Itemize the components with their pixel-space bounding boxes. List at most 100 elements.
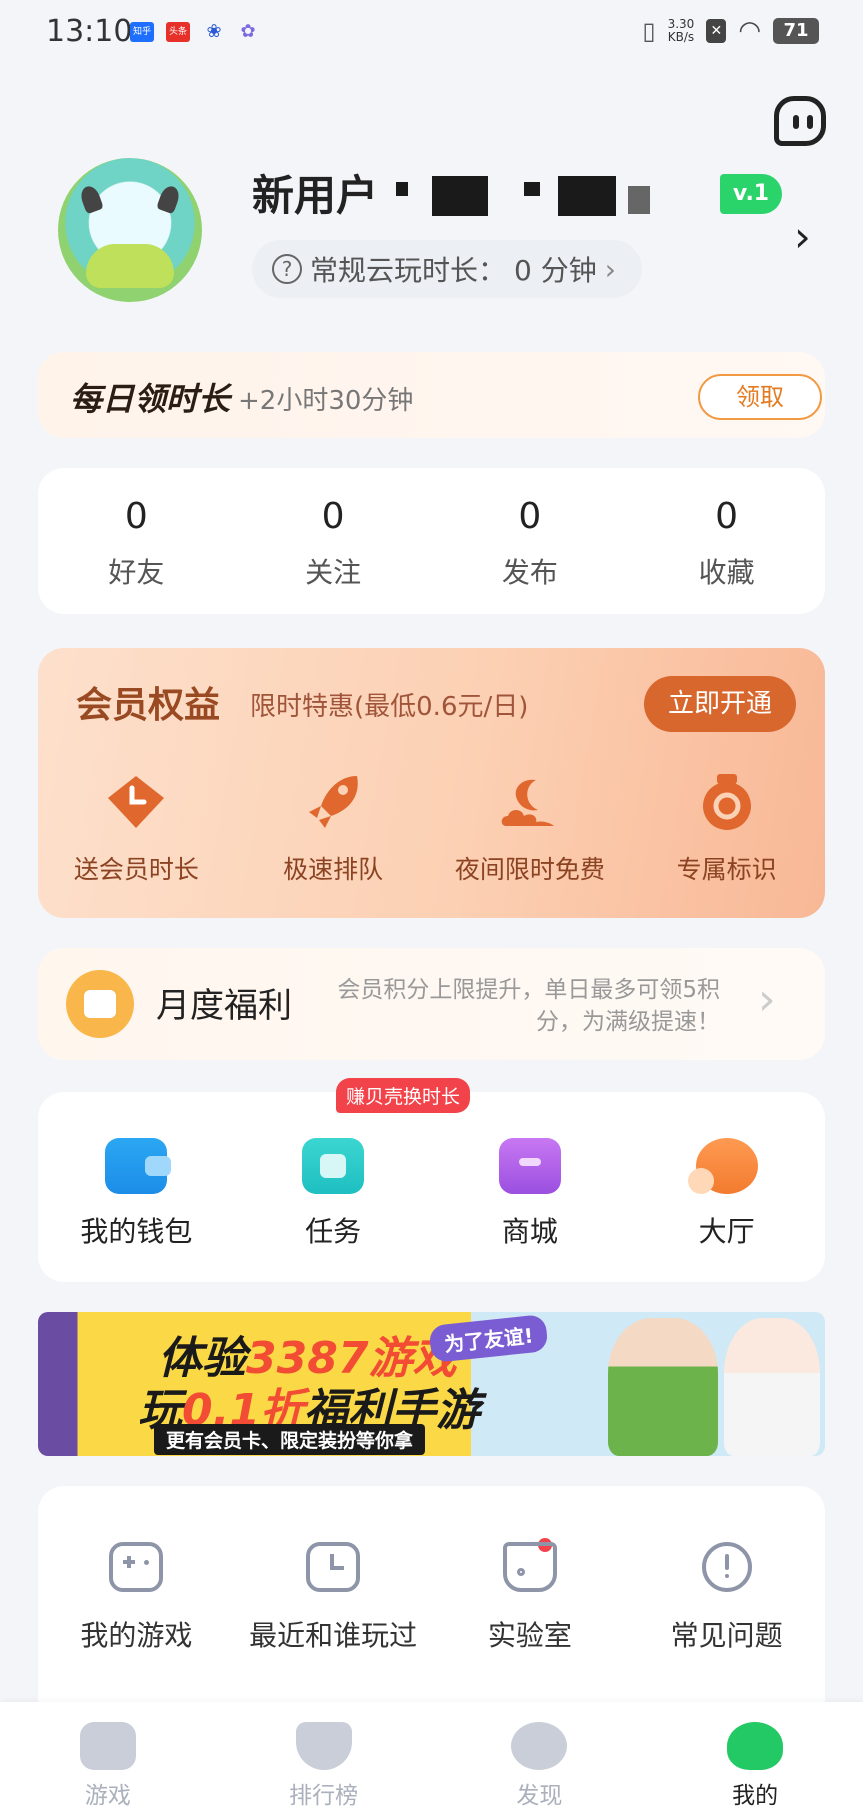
bottom-nav: 游戏 排行榜 发现 我的 [0, 1702, 863, 1815]
shop-icon [498, 1138, 561, 1194]
quick-item-wallet[interactable]: 我的钱包 [38, 1092, 235, 1282]
quick-item-label: 大厅 [698, 1215, 755, 1248]
discover-nav-icon [511, 1722, 568, 1770]
nav-mine[interactable]: 我的 [647, 1702, 863, 1815]
vip-subtitle: 限时特惠(最低0.6元/日) [250, 692, 529, 722]
stat-value: 0 [518, 496, 542, 537]
medal-icon [695, 772, 759, 832]
nav-discover[interactable]: 发现 [432, 1702, 648, 1815]
vip-item-label: 极速排队 [283, 855, 384, 884]
redaction-mask [628, 186, 650, 214]
calendar-gift-icon [66, 970, 134, 1038]
banner-line3: 更有会员卡、限定装扮等你拿 [154, 1424, 426, 1455]
stat-posts[interactable]: 0 发布 [432, 468, 629, 614]
chevron-right-icon: › [604, 252, 616, 286]
vip-item-fast-queue[interactable]: 极速排队 [235, 772, 432, 886]
chevron-right-icon[interactable]: › [794, 212, 811, 261]
daily-reward-card: 每日领时长 +2小时30分钟 领取 [38, 352, 825, 438]
daily-title: 每日领时长 [70, 380, 231, 418]
network-speed-unit: KB/s [667, 30, 695, 44]
redaction-mask [432, 176, 488, 216]
stat-following[interactable]: 0 关注 [235, 468, 432, 614]
status-time: 13:10 [46, 14, 133, 49]
stat-value: 0 [715, 496, 739, 537]
vip-item-label: 送会员时长 [73, 855, 199, 884]
avatar[interactable] [58, 158, 202, 302]
quick-item-shop[interactable]: 商城 [432, 1092, 629, 1282]
monthly-desc: 会员积分上限提升，单日最多可领5积分，为满级提速！ [337, 977, 720, 1035]
gamepad-icon [109, 1542, 164, 1592]
banner-character-image [608, 1318, 718, 1456]
tool-my-games[interactable]: 我的游戏 [38, 1486, 235, 1726]
redaction-mask [524, 182, 540, 196]
stat-label: 关注 [305, 556, 362, 589]
quick-item-label: 任务 [305, 1215, 362, 1248]
cloud-time-label: 常规云玩时长： [310, 254, 507, 287]
ranking-nav-icon [295, 1722, 352, 1770]
nav-games[interactable]: 游戏 [0, 1702, 216, 1815]
network-speed: 3.30 KB/s [668, 18, 695, 44]
nav-label: 排行榜 [289, 1783, 359, 1809]
chevron-right-icon: › [758, 974, 776, 1025]
tool-label: 常见问题 [670, 1619, 783, 1652]
status-bar: 13:10 知乎 头条 ❀ ✿ ▯ 3.30 KB/s ✕ ◠ 71 [0, 0, 863, 66]
quick-item-hall[interactable]: 大厅 [628, 1092, 825, 1282]
promo-banner[interactable]: 体验3387游戏 玩0.1折福利手游 更有会员卡、限定装扮等你拿 为了友谊! [38, 1312, 825, 1456]
mine-nav-icon [727, 1722, 784, 1770]
username[interactable]: 新用户 [252, 162, 378, 223]
stat-label: 收藏 [698, 556, 755, 589]
sim-off-icon: ✕ [706, 19, 727, 43]
stats-card: 0 好友 0 关注 0 发布 0 收藏 [38, 468, 825, 614]
vibrate-icon: ▯ [642, 17, 656, 45]
quick-item-task[interactable]: 任务 [235, 1092, 432, 1282]
tools-card: 我的游戏 最近和谁玩过 实验室 常见问题 [38, 1486, 825, 1726]
vip-item-night-free[interactable]: 夜间限时免费 [432, 772, 629, 886]
vip-item-label: 专属标识 [676, 855, 777, 884]
cloud-time-pill[interactable]: ? 常规云玩时长： 0 分钟 › [252, 240, 642, 298]
flask-icon [502, 1542, 557, 1592]
task-icon [302, 1138, 365, 1194]
tool-label: 我的游戏 [80, 1619, 193, 1652]
quick-entry-card: 赚贝壳换时长 我的钱包 任务 商城 大厅 [38, 1078, 825, 1282]
wallet-icon [105, 1138, 172, 1194]
nav-label: 我的 [732, 1783, 779, 1809]
stat-label: 好友 [108, 556, 165, 589]
level-badge: v.1 [720, 174, 782, 214]
games-nav-icon [79, 1722, 136, 1770]
rocket-icon [301, 772, 365, 832]
vip-item-badge[interactable]: 专属标识 [628, 772, 825, 886]
app-notification-icon: ✿ [240, 21, 256, 42]
tool-faq[interactable]: 常见问题 [628, 1486, 825, 1726]
cloud-time-value: 0 分钟 [514, 254, 597, 287]
zhihu-app-icon: 知乎 [130, 22, 154, 42]
wifi-icon: ◠ [738, 16, 761, 46]
tool-label: 实验室 [487, 1619, 572, 1652]
nav-label: 游戏 [84, 1783, 131, 1809]
nav-label: 发现 [516, 1783, 563, 1809]
vip-item-member-time[interactable]: 送会员时长 [38, 772, 235, 886]
redaction-mask [558, 176, 616, 216]
daily-subtitle: +2小时30分钟 [238, 386, 414, 416]
message-icon[interactable] [774, 96, 826, 146]
stat-value: 0 [321, 496, 345, 537]
stat-value: 0 [124, 496, 148, 537]
tool-recent-players[interactable]: 最近和谁玩过 [235, 1486, 432, 1726]
recent-clock-icon [306, 1542, 361, 1592]
tool-lab[interactable]: 实验室 [432, 1486, 629, 1726]
vip-benefits-card[interactable]: 会员权益 限时特惠(最低0.6元/日) 立即开通 送会员时长 极速排队 夜间限时… [38, 648, 825, 918]
help-icon: ? [272, 254, 302, 284]
vip-title: 会员权益 [76, 685, 221, 726]
claim-button[interactable]: 领取 [698, 374, 822, 420]
open-vip-button[interactable]: 立即开通 [644, 676, 796, 732]
battery-indicator: 71 [773, 18, 819, 44]
clock-diamond-icon [104, 772, 168, 832]
stat-friends[interactable]: 0 好友 [38, 468, 235, 614]
stat-favorites[interactable]: 0 收藏 [628, 468, 825, 614]
info-icon [701, 1542, 752, 1592]
tool-label: 最近和谁玩过 [249, 1619, 418, 1652]
moon-cloud-icon [498, 772, 562, 832]
monthly-welfare-card[interactable]: 月度福利 会员积分上限提升，单日最多可领5积分，为满级提速！ › [38, 948, 825, 1060]
banner-character-image [724, 1318, 820, 1456]
nav-ranking[interactable]: 排行榜 [216, 1702, 432, 1815]
quick-item-label: 商城 [501, 1215, 558, 1248]
